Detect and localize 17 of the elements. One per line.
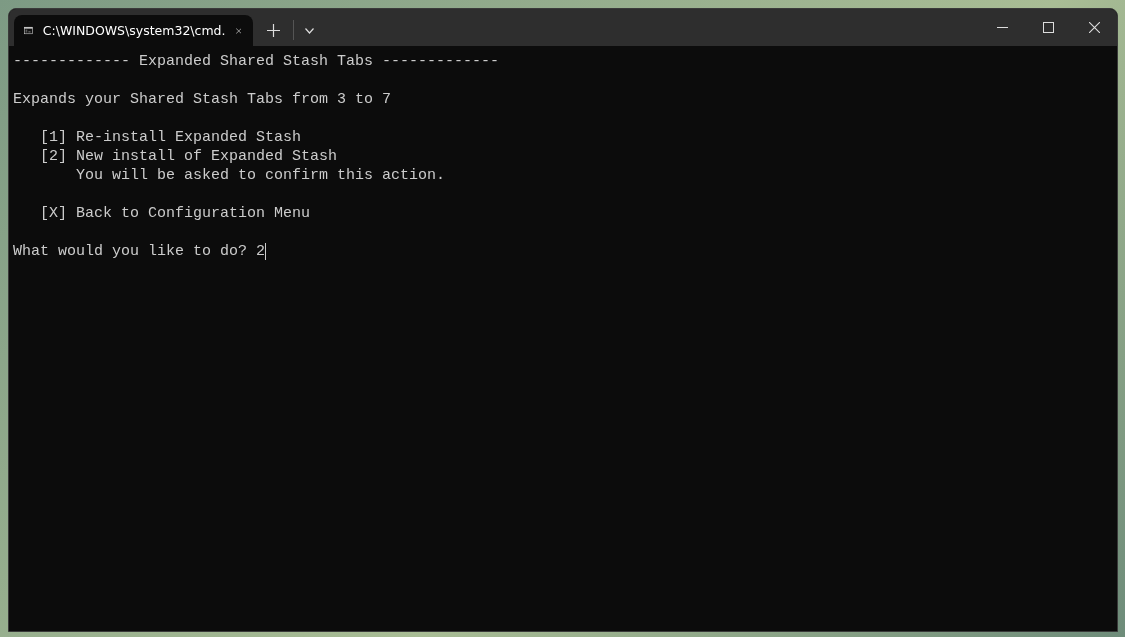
input-value[interactable]: 2 (256, 242, 266, 261)
close-icon[interactable] (235, 25, 241, 36)
command-prompt-icon (24, 24, 33, 37)
chevron-down-icon (304, 27, 314, 34)
menu-option: [1] Re-install Expanded Stash (40, 128, 302, 147)
terminal-line: ------------- Expanded Shared Stash Tabs ------------- (13, 52, 500, 71)
terminal-tab[interactable]: C:\WINDOWS\system32\cmd. (14, 15, 253, 46)
prompt-text: What would you like to do? (13, 242, 248, 261)
maximize-icon (1042, 22, 1054, 33)
text-cursor (265, 243, 267, 260)
minimize-icon (996, 27, 1008, 28)
plus-icon (266, 24, 280, 37)
menu-option: [2] New install of Expanded Stash (40, 147, 338, 166)
menu-option: [X] Back to Configuration Menu (40, 204, 311, 223)
terminal-line: Expands your Shared Stash Tabs from 3 to 7 (13, 90, 392, 109)
close-icon (1088, 22, 1100, 33)
terminal-line: You will be asked to confirm this action. (76, 166, 446, 185)
